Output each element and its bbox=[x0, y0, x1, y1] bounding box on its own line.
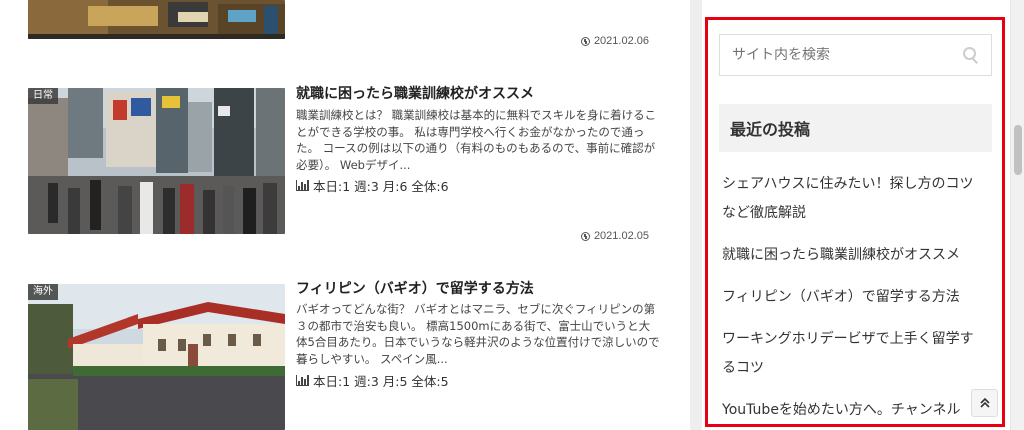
page-view-counter: 本日:1 週:3 月:6 全体:6 bbox=[296, 176, 449, 195]
article-snippet: 職業訓練校とは？ 職業訓練校は基本的に無料でスキルを身に着けることができる学校の… bbox=[296, 108, 657, 172]
recent-post-link[interactable]: 就職に困ったら職業訓練校がオススメ bbox=[722, 241, 982, 270]
page-view-text: 本日:1 週:3 月:5 全体:5 bbox=[313, 374, 449, 389]
bar-chart-icon bbox=[296, 375, 309, 386]
recent-post-link[interactable]: ワーキングホリデービザで上手く留学するコツ bbox=[722, 325, 982, 383]
recent-posts-heading: 最近の投稿 bbox=[719, 104, 992, 152]
search-input[interactable] bbox=[732, 47, 952, 63]
search-icon[interactable] bbox=[963, 47, 979, 63]
back-to-top-button[interactable] bbox=[971, 389, 998, 417]
page-view-counter: 本日:1 週:3 月:5 全体:5 bbox=[296, 371, 449, 390]
bar-chart-icon bbox=[296, 180, 309, 191]
article-list: 2021.02.06 日常 就職に困ったら職業訓練校がオススメ 職業訓練校とは？… bbox=[0, 0, 690, 430]
page-view-text: 本日:1 週:3 月:6 全体:6 bbox=[313, 179, 449, 194]
clock-icon bbox=[580, 231, 590, 241]
page: 2021.02.06 日常 就職に困ったら職業訓練校がオススメ 職業訓練校とは？… bbox=[0, 0, 1024, 430]
article-snippet: バギオってどんな街？ バギオとはマニラ、セブに次ぐフィリピンの第３の都市で治安も… bbox=[296, 302, 660, 366]
date-text: 2021.02.06 bbox=[593, 35, 649, 47]
category-badge: 海外 bbox=[28, 284, 58, 300]
article-thumbnail[interactable]: 日常 bbox=[28, 88, 285, 234]
page-scrollbar[interactable] bbox=[1010, 0, 1024, 430]
article-thumbnail[interactable] bbox=[28, 0, 285, 39]
article-title[interactable]: フィリピン（バギオ）で留学する方法 bbox=[296, 279, 666, 299]
recent-posts-list: シェアハウスに住みたい！探し方のコツなど徹底解説 就職に困ったら職業訓練校がオス… bbox=[722, 170, 982, 430]
article-date: 2021.02.05 bbox=[580, 230, 649, 242]
date-text: 2021.02.05 bbox=[593, 230, 649, 242]
site-search[interactable] bbox=[719, 34, 992, 76]
recent-post-link[interactable]: フィリピン（バギオ）で留学する方法 bbox=[722, 283, 982, 312]
article-title[interactable]: 就職に困ったら職業訓練校がオススメ bbox=[296, 84, 666, 104]
recent-post-link[interactable]: シェアハウスに住みたい！探し方のコツなど徹底解説 bbox=[722, 170, 982, 228]
column-gutter bbox=[690, 0, 702, 430]
category-badge: 日常 bbox=[28, 88, 58, 104]
chevron-up-double-icon bbox=[979, 398, 990, 408]
scrollbar-thumb[interactable] bbox=[1014, 125, 1022, 175]
article-date: 2021.02.06 bbox=[580, 35, 649, 47]
recent-post-link[interactable]: YouTubeを始めたい方へ。チャンネル bbox=[722, 396, 982, 425]
clock-icon bbox=[580, 36, 590, 46]
article-thumbnail[interactable]: 海外 bbox=[28, 284, 285, 430]
